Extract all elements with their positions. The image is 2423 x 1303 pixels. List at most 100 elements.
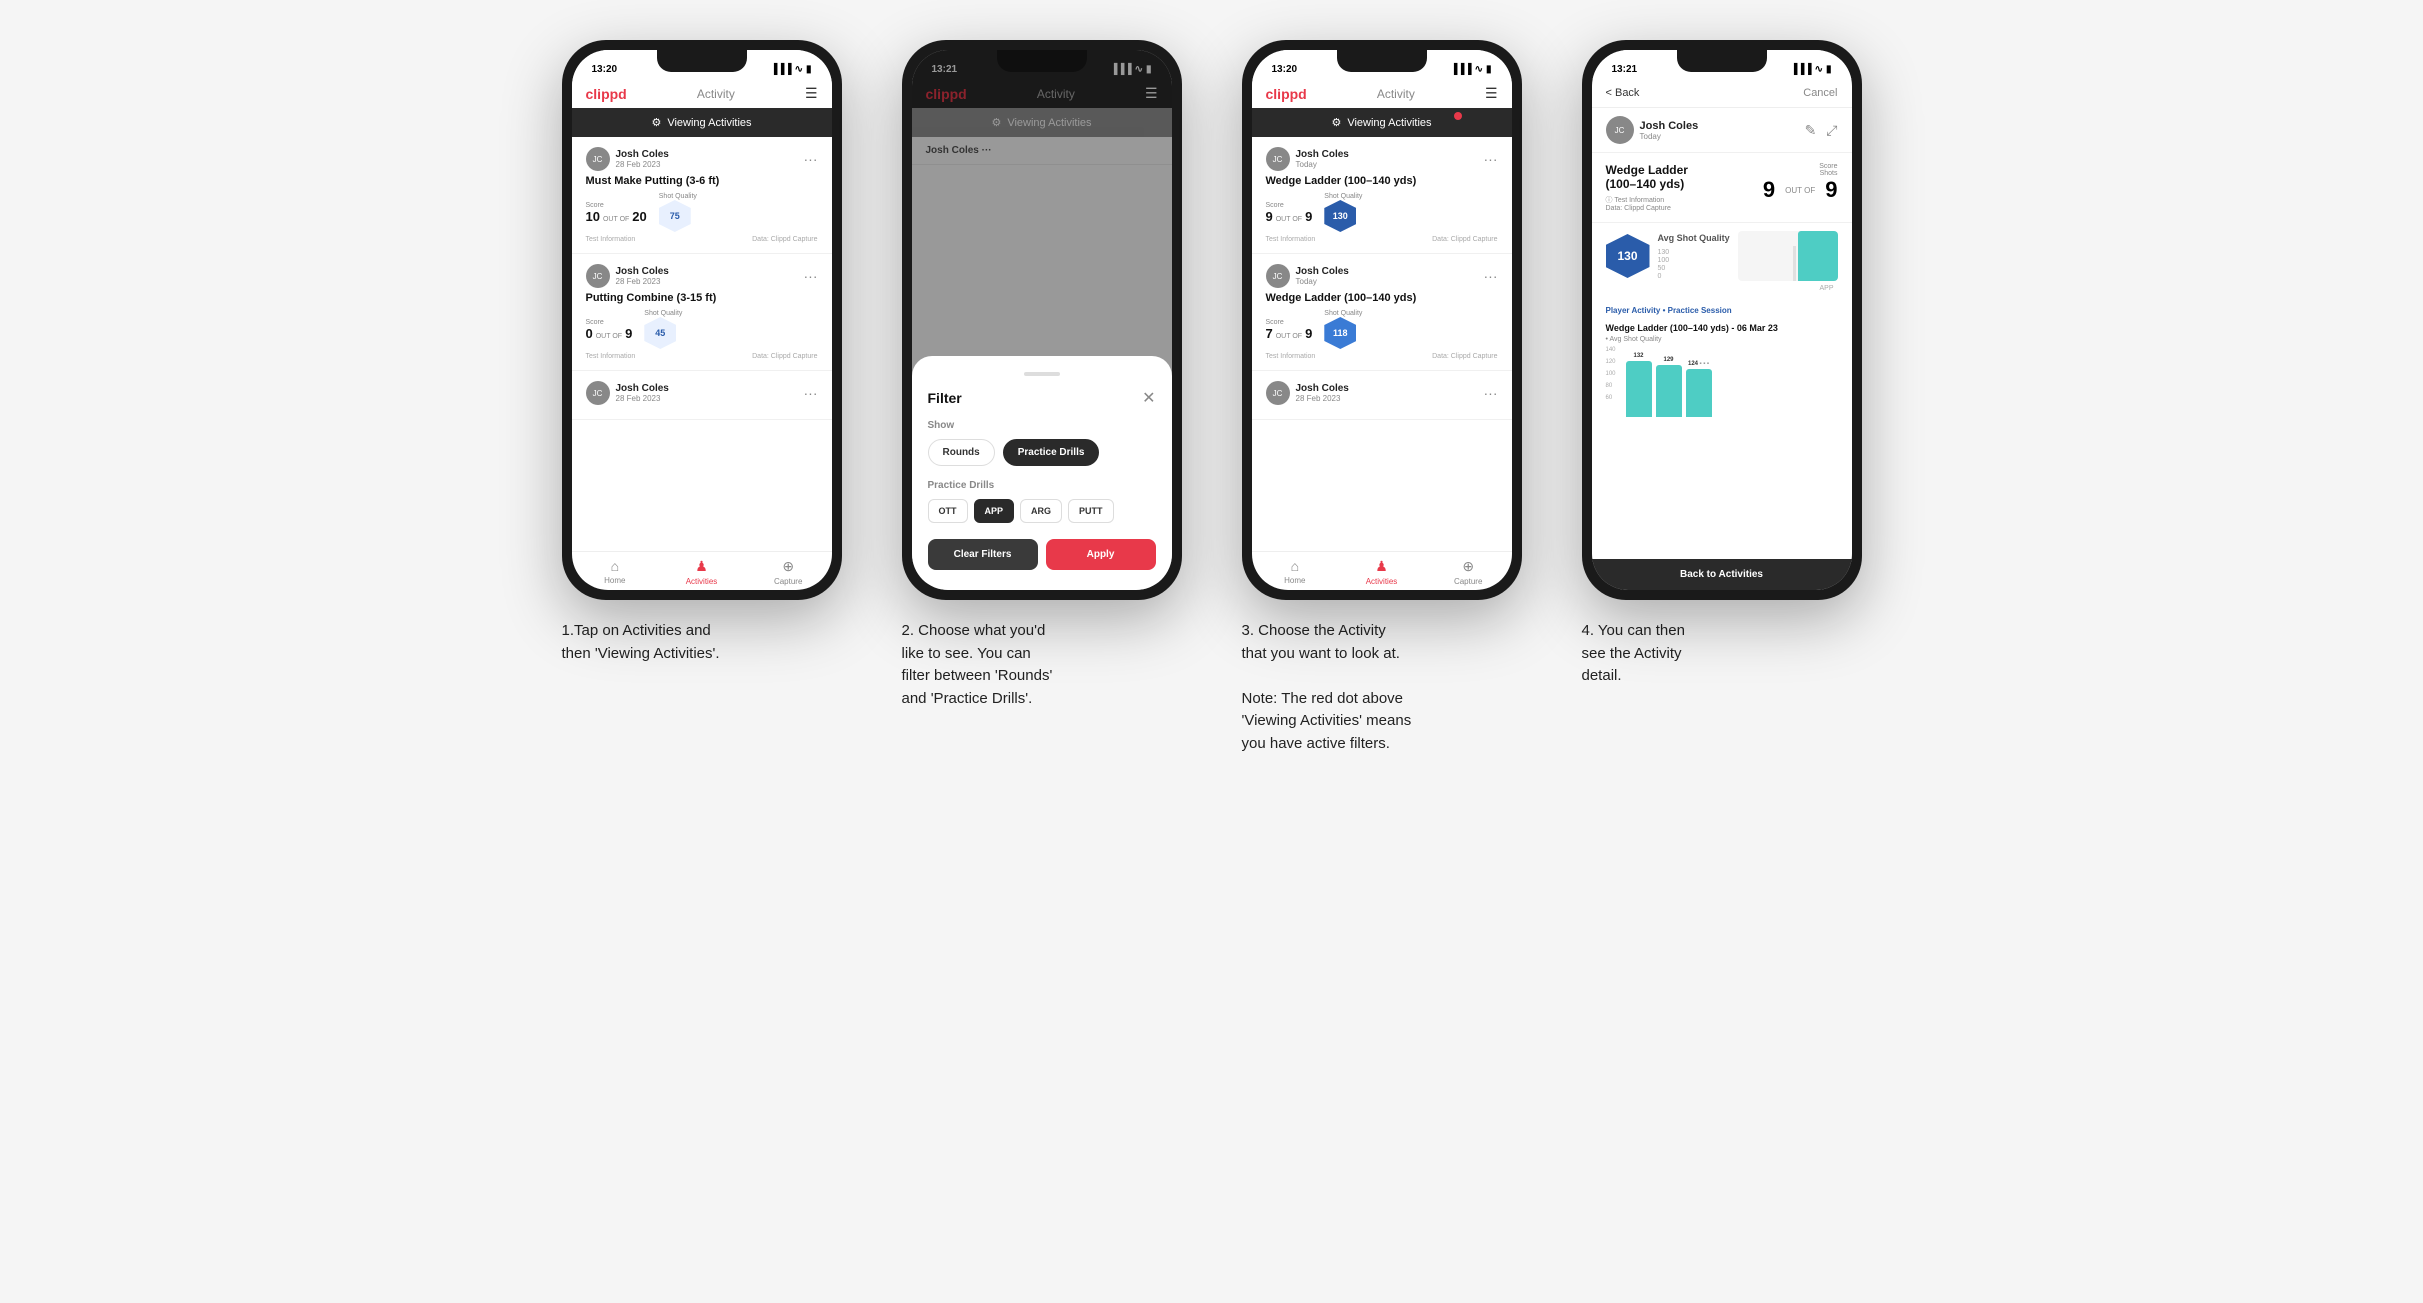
back-button[interactable]: < Back <box>1606 87 1640 99</box>
detail-test-info: ⓘ Test Information <box>1606 195 1763 205</box>
filter-toggle-group: Rounds Practice Drills <box>928 439 1156 466</box>
detail-score-area: Score Shots 9 OUT OF 9 <box>1763 163 1838 203</box>
shots-val-1-2: 9 <box>625 326 632 341</box>
practice-session-prefix: Player Activity • <box>1606 306 1666 315</box>
practice-drills-button[interactable]: Practice Drills <box>1003 439 1100 466</box>
edit-icon[interactable]: ✎ <box>1805 122 1817 139</box>
dots-menu-1-3[interactable]: ··· <box>804 385 818 401</box>
app-header-1: clippd Activity ☰ <box>572 79 832 108</box>
sq-label-3-1: Shot Quality <box>1324 193 1362 200</box>
activity-card-3-3[interactable]: JC Josh Coles 28 Feb 2023 ··· <box>1252 371 1512 420</box>
avg-sq-label: Avg Shot Quality <box>1658 233 1730 243</box>
rounds-button[interactable]: Rounds <box>928 439 995 466</box>
score-val-row-1-1: 10 OUT OF 20 <box>586 209 647 224</box>
data-label-1-2: Data: Clippd Capture <box>752 353 817 360</box>
data-label-3-1: Data: Clippd Capture <box>1432 236 1497 243</box>
nav-home-1[interactable]: ⌂ Home <box>572 558 659 586</box>
stat-sq-1-1: Shot Quality 75 <box>659 193 697 232</box>
card-header-3-2: JC Josh Coles Today ··· <box>1266 264 1498 288</box>
nav-home-3[interactable]: ⌂ Home <box>1252 558 1339 586</box>
outof-3-1: OUT OF <box>1276 216 1302 223</box>
nav-capture-3[interactable]: ⊕ Capture <box>1425 558 1512 586</box>
dots-menu-1-1[interactable]: ··· <box>804 151 818 167</box>
home-icon-1: ⌂ <box>611 558 619 574</box>
phone-notch-1 <box>657 50 747 72</box>
activity-card-3-2[interactable]: JC Josh Coles Today ··· Wedge Ladder (10… <box>1252 254 1512 371</box>
activity-card-1-3[interactable]: JC Josh Coles 28 Feb 2023 ··· <box>572 371 832 420</box>
activity-card-1-1[interactable]: JC Josh Coles 28 Feb 2023 ··· Must Make … <box>572 137 832 254</box>
practice-drills-label: Practice Drills <box>928 480 1156 491</box>
score-val-1-1: 10 <box>586 209 600 224</box>
stat-sq-3-1: Shot Quality 130 <box>1324 193 1362 232</box>
data-label-3-2: Data: Clippd Capture <box>1432 353 1497 360</box>
header-title-1: Activity <box>697 87 735 101</box>
page-container: 13:20 ▐▐▐ ∿ ▮ clippd Activity ☰ ⚙ View <box>512 40 1912 755</box>
score-val-3-2: 7 <box>1266 326 1273 341</box>
filter-handle <box>1024 372 1060 376</box>
red-dot-3 <box>1454 112 1462 120</box>
nav-activities-1[interactable]: ♟ Activities <box>658 558 745 586</box>
cancel-button[interactable]: Cancel <box>1803 87 1837 99</box>
drill-btn-arg[interactable]: ARG <box>1020 499 1062 523</box>
user-name-1-3: Josh Coles <box>616 383 669 394</box>
score-val-1-2: 0 <box>586 326 593 341</box>
expand-icon[interactable]: ⤢ <box>1826 122 1837 139</box>
sq-val-1-1: 75 <box>670 211 680 221</box>
user-date-1-2: 28 Feb 2023 <box>616 277 669 286</box>
hamburger-3[interactable]: ☰ <box>1485 85 1498 102</box>
activities-icon-3: ♟ <box>1375 558 1388 575</box>
phone-notch-4 <box>1677 50 1767 72</box>
detail-user-name: Josh Coles <box>1640 120 1699 132</box>
apply-button[interactable]: Apply <box>1046 539 1156 570</box>
activity-title-1-1: Must Make Putting (3-6 ft) <box>586 175 818 187</box>
user-name-3-2: Josh Coles <box>1296 266 1349 277</box>
drill-btn-putt[interactable]: PUTT <box>1068 499 1114 523</box>
caption-2: 2. Choose what you'dlike to see. You can… <box>902 620 1182 710</box>
detail-activity-title: Wedge Ladder(100–140 yds) <box>1606 163 1763 191</box>
viewing-banner-3[interactable]: ⚙ Viewing Activities <box>1252 108 1512 137</box>
stats-row-3-1: Score 9 OUT OF 9 Shot Quality 1 <box>1266 193 1498 232</box>
dots-menu-3-3[interactable]: ··· <box>1484 385 1498 401</box>
nav-capture-1[interactable]: ⊕ Capture <box>745 558 832 586</box>
activity-title-3-2: Wedge Ladder (100–140 yds) <box>1266 292 1498 304</box>
activity-card-1-2[interactable]: JC Josh Coles 28 Feb 2023 ··· Putting Co… <box>572 254 832 371</box>
nav-capture-label-1: Capture <box>774 577 802 586</box>
bar-2 <box>1656 365 1682 417</box>
user-name-3-3: Josh Coles <box>1296 383 1349 394</box>
dots-menu-3-1[interactable]: ··· <box>1484 151 1498 167</box>
cards-list-1: JC Josh Coles 28 Feb 2023 ··· Must Make … <box>572 137 832 551</box>
header-title-3: Activity <box>1377 87 1415 101</box>
hamburger-1[interactable]: ☰ <box>805 85 818 102</box>
dots-menu-3-2[interactable]: ··· <box>1484 268 1498 284</box>
test-info-3-2: Test Information <box>1266 353 1316 360</box>
viewing-banner-1[interactable]: ⚙ Viewing Activities <box>572 108 832 137</box>
detail-score-label: Score <box>1763 163 1838 170</box>
outof-1-2: OUT OF <box>596 333 622 340</box>
user-name-3-1: Josh Coles <box>1296 149 1349 160</box>
drill-btn-ott[interactable]: OTT <box>928 499 968 523</box>
user-info-1-2: JC Josh Coles 28 Feb 2023 <box>586 264 669 288</box>
score-label-3-2: Score <box>1266 319 1313 326</box>
phone-frame-2: 13:21 ▐▐▐ ∿ ▮ clippd Activity ☰ ⚙ View <box>902 40 1182 600</box>
user-date-3-3: 28 Feb 2023 <box>1296 394 1349 403</box>
user-info-3-2: JC Josh Coles Today <box>1266 264 1349 288</box>
activity-card-3-1[interactable]: JC Josh Coles Today ··· Wedge Ladder (10… <box>1252 137 1512 254</box>
filter-close-button[interactable]: ✕ <box>1142 388 1155 408</box>
filter-modal: Filter ✕ Show Rounds Practice Drills Pra… <box>912 356 1172 590</box>
show-label: Show <box>928 420 1156 431</box>
clear-filters-button[interactable]: Clear Filters <box>928 539 1038 570</box>
card-header-1-3: JC Josh Coles 28 Feb 2023 ··· <box>586 381 818 405</box>
score-val-row-3-2: 7 OUT OF 9 <box>1266 326 1313 341</box>
back-to-activities-button[interactable]: Back to Activities <box>1592 559 1852 590</box>
app-header-3: clippd Activity ☰ <box>1252 79 1512 108</box>
score-label-1-2: Score <box>586 319 633 326</box>
sq-badge-1-2: 45 <box>644 317 676 349</box>
dots-menu-1-2[interactable]: ··· <box>804 268 818 284</box>
filter-actions: Clear Filters Apply <box>928 539 1156 570</box>
practice-session-label: Player Activity • Practice Session <box>1592 300 1852 317</box>
sq-chart-labels: Avg Shot Quality 130 100 50 0 <box>1658 233 1730 280</box>
drill-btn-app[interactable]: APP <box>974 499 1015 523</box>
nav-activities-3[interactable]: ♟ Activities <box>1338 558 1425 586</box>
bar-3-label: 124 - - - <box>1688 361 1709 367</box>
test-info-3-1: Test Information <box>1266 236 1316 243</box>
